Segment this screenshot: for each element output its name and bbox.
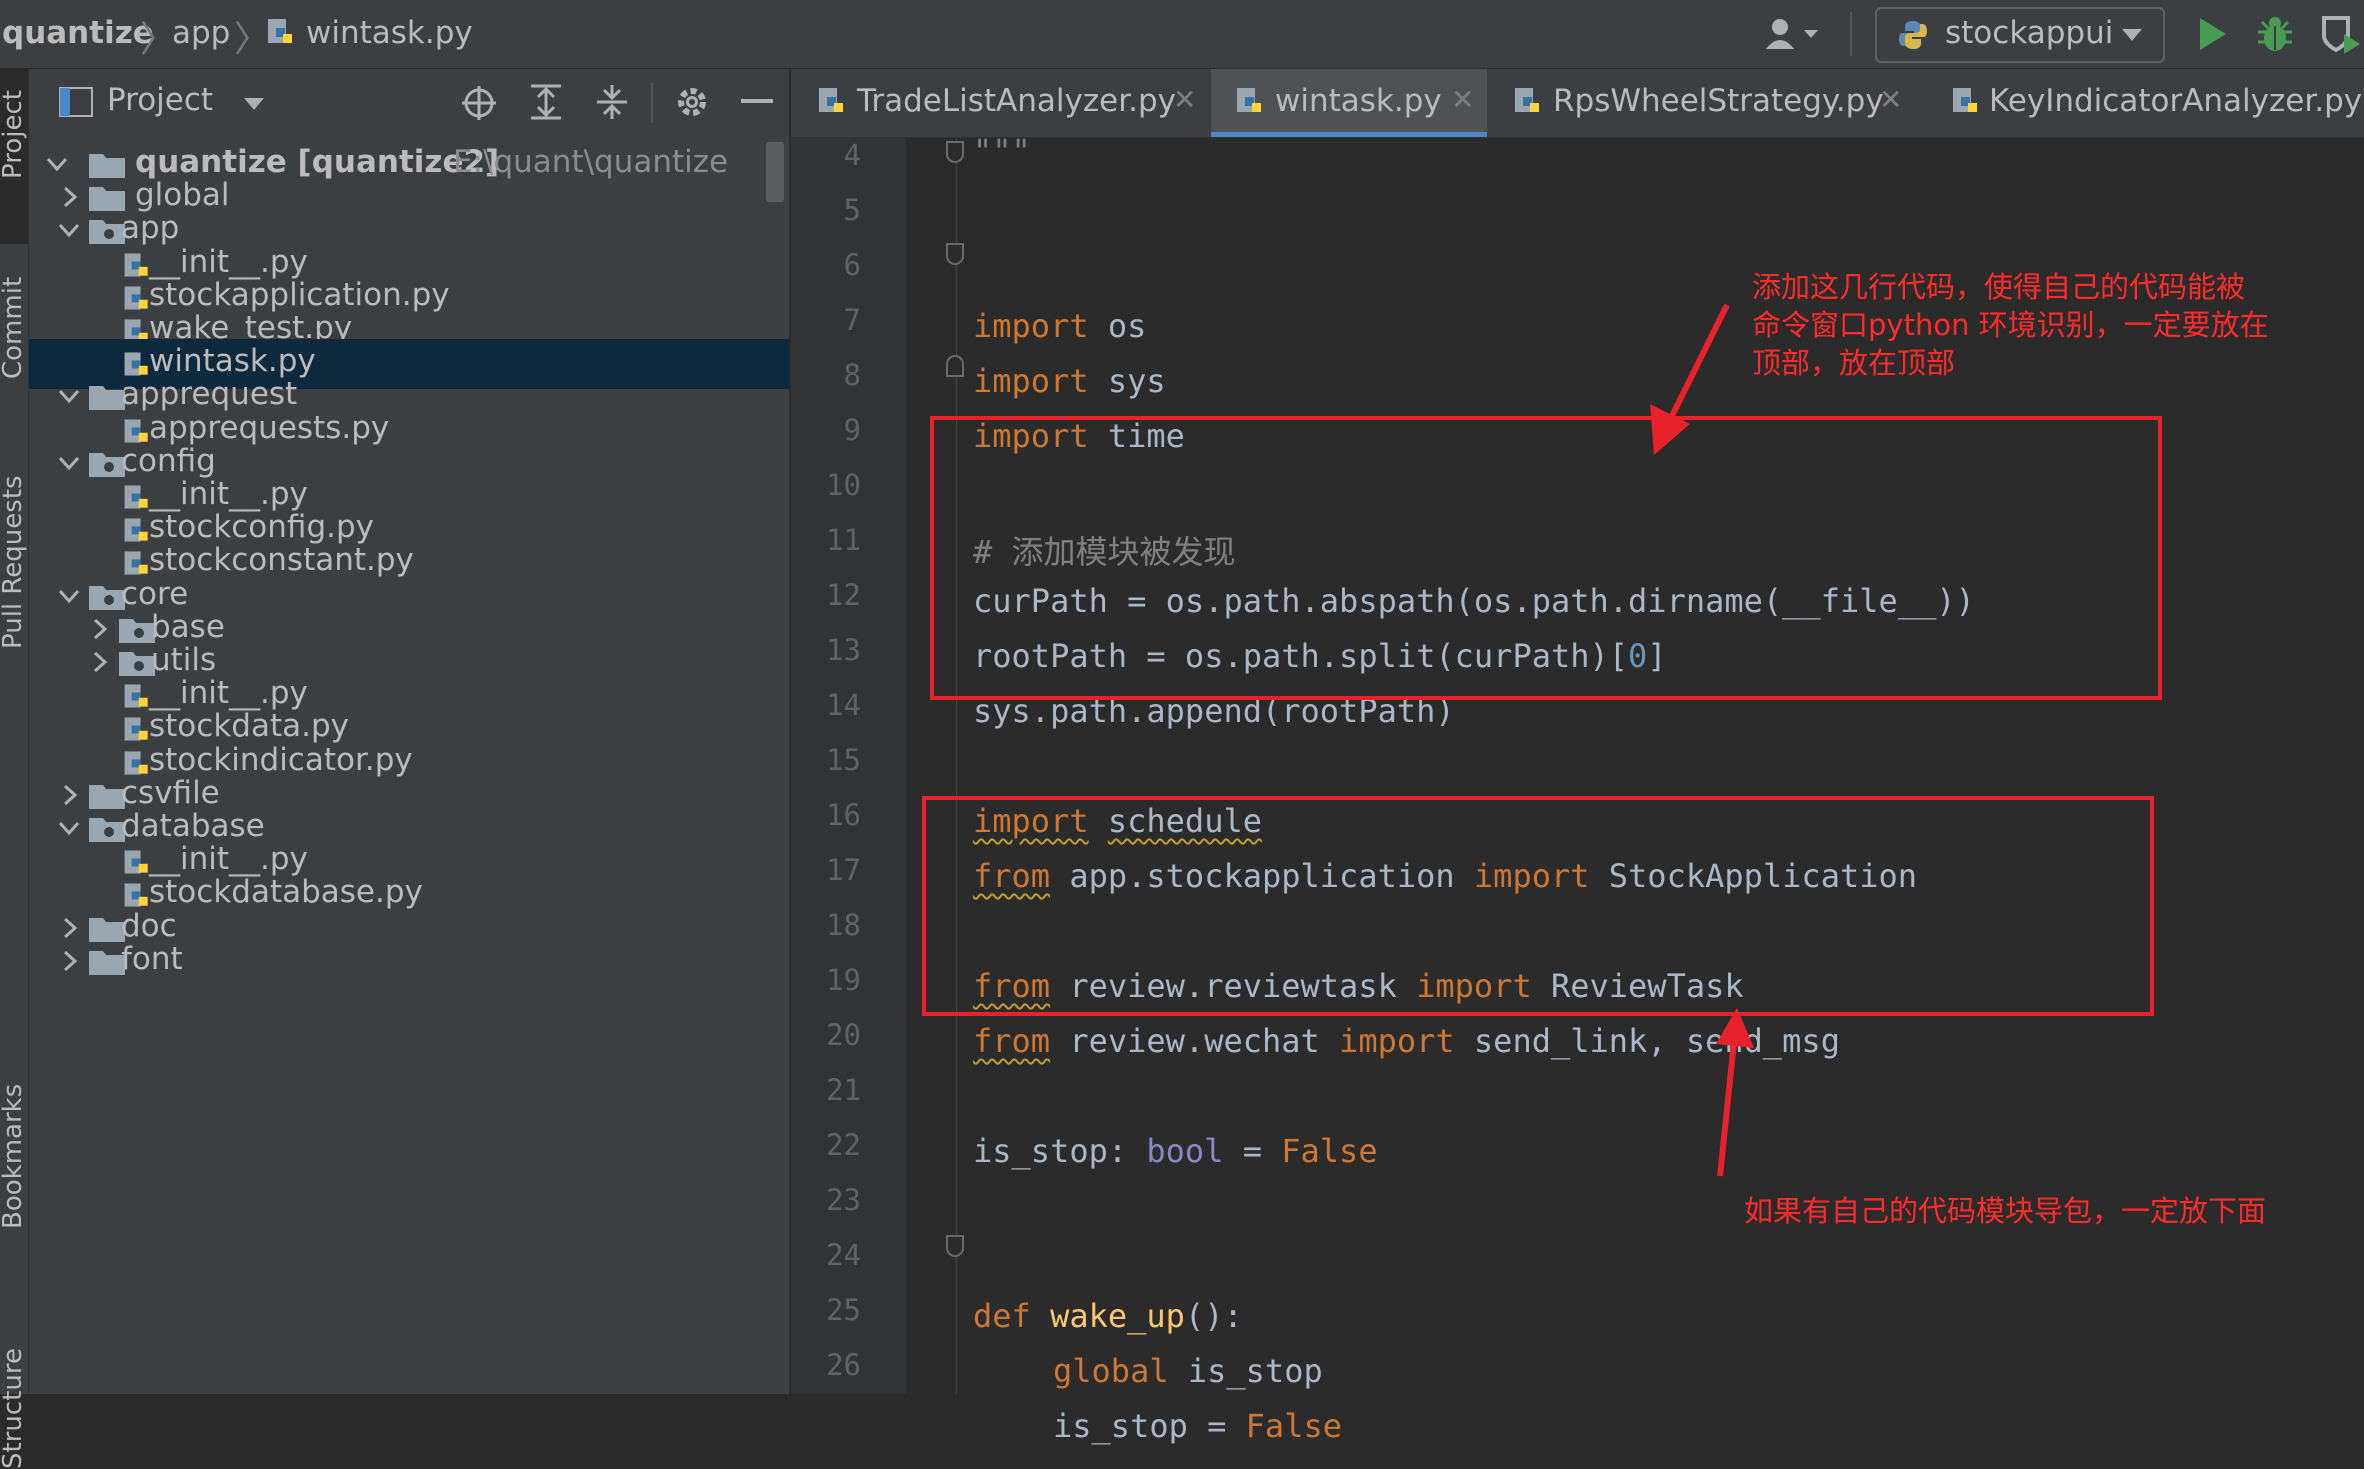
annotation-arrow-top-shaft [1667,303,1730,422]
code-line-26[interactable]: is_stop = False [1053,1407,1342,1445]
annotation-arrows [1650,303,1754,1177]
annotation-arrow-bottom-head [1716,1008,1754,1048]
annotation-arrow-bottom-shaft [1717,1041,1737,1177]
annotation-arrow-top-head [1650,404,1690,455]
